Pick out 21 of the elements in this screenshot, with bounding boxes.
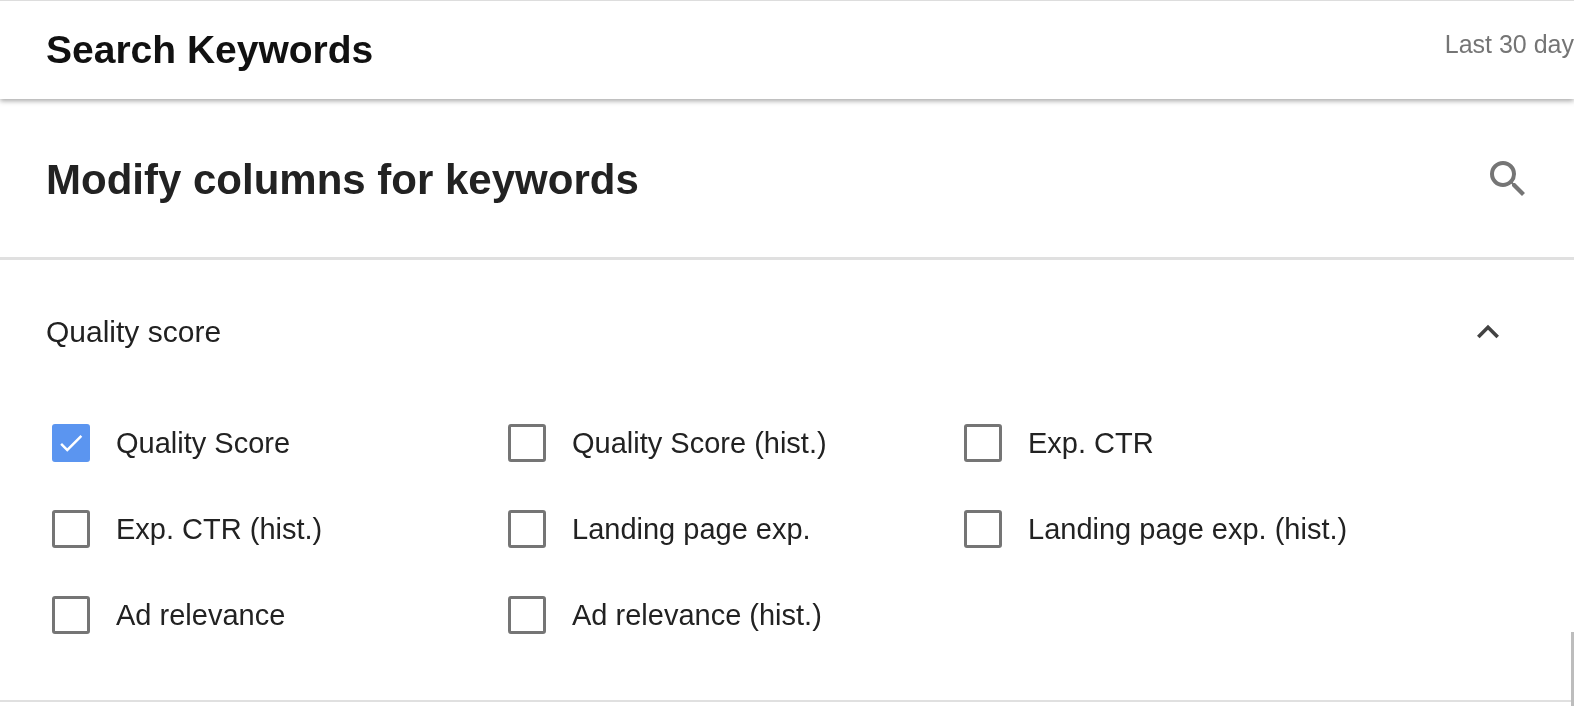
- scrollbar[interactable]: [1571, 632, 1574, 706]
- option-label[interactable]: Ad relevance: [116, 598, 286, 632]
- option-label[interactable]: Exp. CTR (hist.): [116, 512, 323, 546]
- page-title: Search Keywords: [46, 28, 374, 72]
- option-label[interactable]: Landing page exp.: [572, 512, 811, 546]
- option-label[interactable]: Exp. CTR: [1028, 426, 1154, 460]
- checkbox[interactable]: [52, 596, 90, 634]
- section-title: Quality score: [46, 315, 222, 349]
- date-range[interactable]: Last 30 day: [1444, 29, 1574, 59]
- checkbox[interactable]: [508, 424, 546, 462]
- checkbox[interactable]: [508, 510, 546, 548]
- checkbox[interactable]: [52, 424, 90, 462]
- checkbox[interactable]: [964, 424, 1002, 462]
- option-label[interactable]: Landing page exp. (hist.): [1028, 512, 1348, 546]
- checkbox[interactable]: [508, 596, 546, 634]
- checkbox[interactable]: [52, 510, 90, 548]
- option-label[interactable]: Quality Score: [116, 426, 291, 460]
- dialog-title: Modify columns for keywords: [46, 156, 639, 204]
- option-label[interactable]: Quality Score (hist.): [572, 426, 827, 460]
- checkbox[interactable]: [964, 510, 1002, 548]
- option-label[interactable]: Ad relevance (hist.): [572, 598, 822, 632]
